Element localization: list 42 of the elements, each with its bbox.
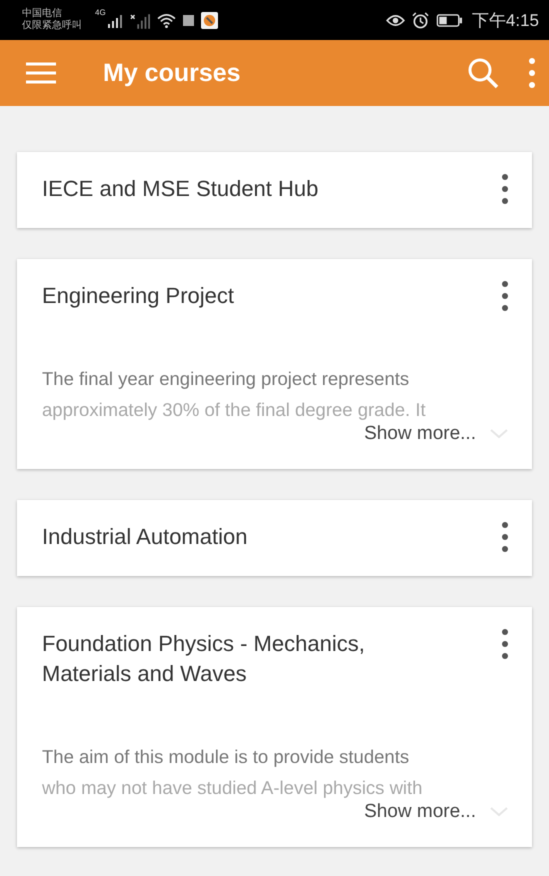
app-icon [200,12,218,28]
show-more-link[interactable]: Show more... [364,423,476,445]
course-title[interactable]: IECE and MSE Student Hub [42,174,318,204]
course-card[interactable]: Industrial Automation [17,500,532,576]
page-title: My courses [103,58,241,88]
overflow-menu-button[interactable] [529,58,535,88]
kebab-icon [529,58,535,88]
course-menu-button[interactable] [502,629,508,659]
no-signal-icon [130,14,150,28]
kebab-icon [502,522,508,552]
course-card[interactable]: Engineering Project The final year engineering project represents approximately 30% of the final degree grade. It Show more... [17,259,532,469]
course-card[interactable]: Foundation Physics - Mechanics, Materials and Waves The aim of this module is to provide students who may not have studied A-level physics with Show more... [17,607,532,847]
network-type-text: 4G [95,8,106,17]
course-menu-button[interactable] [502,522,508,552]
chevron-down-icon [490,807,508,817]
show-more-link[interactable]: Show more... [364,801,476,823]
course-summary-text: who may not have studied A-level physics with [42,776,424,800]
course-menu-button[interactable] [502,174,508,204]
course-summary-text: The final year engineering project represents [42,367,410,391]
course-card[interactable]: IECE and MSE Student Hub [17,152,532,228]
course-title[interactable]: Industrial Automation [42,522,248,552]
course-summary-text: approximately 30% of the final degree grade. It [42,398,427,422]
chevron-down-icon [490,429,508,439]
carrier-text: 中国电信 仅限紧急呼叫 [22,8,82,32]
battery-icon [436,14,463,26]
menu-button[interactable] [26,62,56,84]
clock-text: 下午4:15 [472,10,539,32]
kebab-icon [502,174,508,204]
signal-icon [106,14,123,28]
course-title[interactable]: Engineering Project [42,281,234,311]
wifi-icon [156,12,176,28]
search-icon [467,57,499,89]
course-summary-text: The aim of this module is to provide students [42,745,410,769]
kebab-icon [502,629,508,659]
alarm-icon [412,12,429,28]
course-menu-button[interactable] [502,281,508,311]
eye-icon [386,14,405,26]
kebab-icon [502,281,508,311]
search-button[interactable] [467,57,499,89]
square-icon [182,14,194,26]
menu-icon [26,62,56,84]
course-title[interactable]: Foundation Physics - Mechanics, Materials and Waves [42,629,432,689]
